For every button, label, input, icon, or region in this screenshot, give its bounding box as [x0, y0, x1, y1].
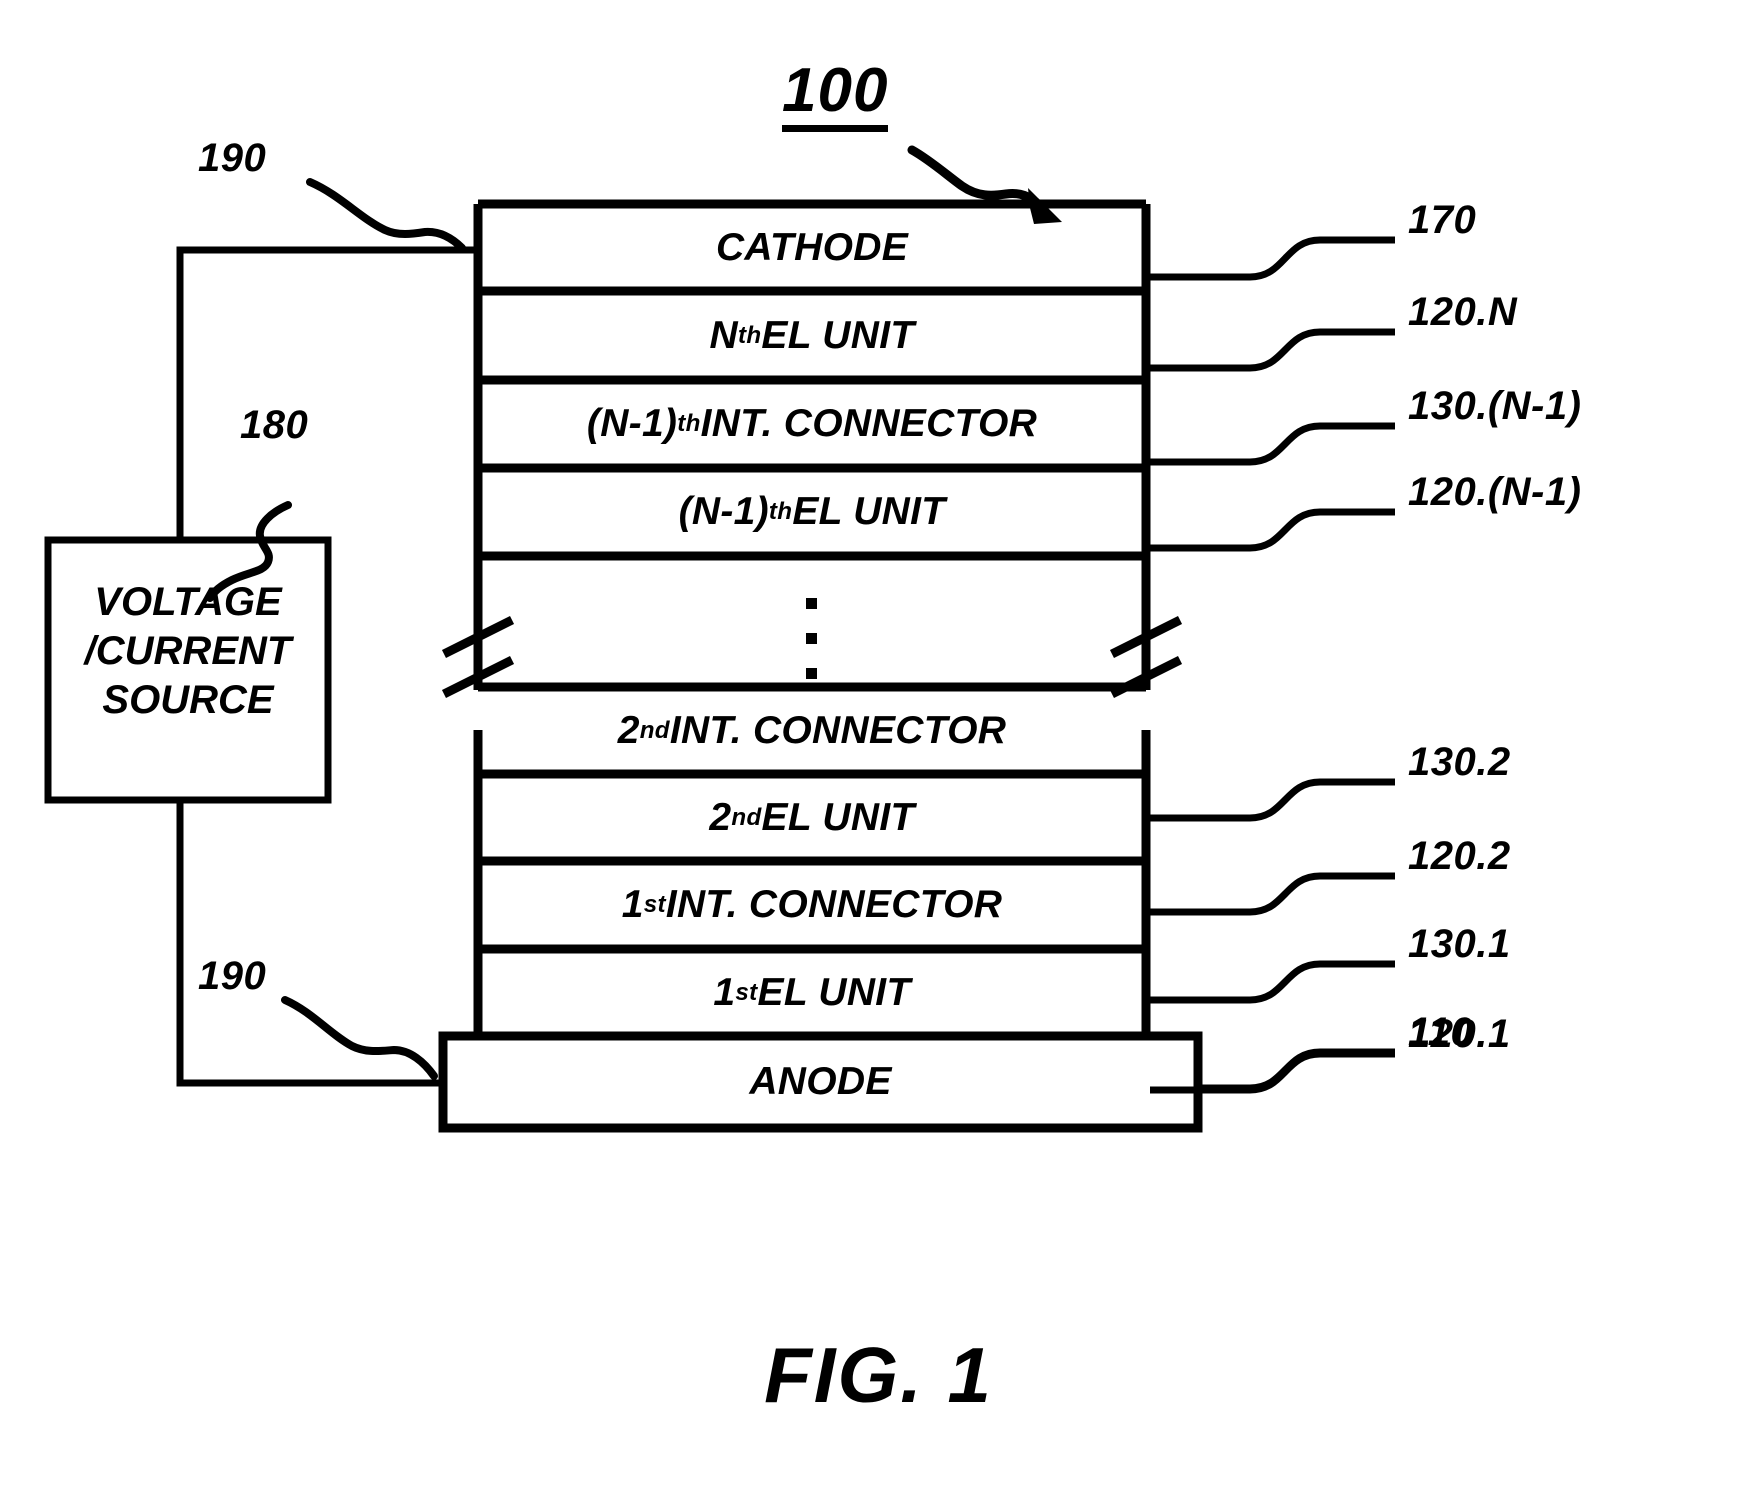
ellipsis-dot-2 — [806, 633, 817, 644]
layer-prefix-n-1-int-connector: (N-1) — [586, 402, 678, 445]
layer-label-second-el-unit: 2nd EL UNIT — [709, 795, 915, 839]
layer-label-n-1-int-connector: (N-1) th INT. CONNECTOR — [586, 402, 1038, 445]
layer-main-first-int-connector: INT. CONNECTOR — [665, 883, 1003, 926]
reference-number-130-N-1: 130.(N-1) — [1408, 384, 1582, 428]
layer-label-first-el-unit: 1st EL UNIT — [713, 970, 911, 1014]
layer-label-cathode: CATHODE — [478, 204, 1146, 291]
source-label-line1: VOLTAGE — [94, 580, 282, 624]
layer-main-second-el-unit: EL UNIT — [761, 795, 915, 839]
break-mark-left — [441, 615, 515, 699]
layer-prefix-nth-el-unit: N — [709, 313, 738, 357]
break-mark-right — [1109, 615, 1183, 699]
ellipsis-dot-1 — [806, 598, 817, 609]
reference-number-120-N-1: 120.(N-1) — [1408, 470, 1582, 514]
reference-leaders-right — [1150, 236, 1395, 1094]
bottom-wire — [176, 800, 443, 1087]
layer-main-n-1-int-connector: INT. CONNECTOR — [700, 402, 1038, 445]
patent-figure: 100 VOLTAGE /CURRENT SOURCE 180 190 190 … — [0, 0, 1757, 1502]
reference-number-120-N: 120.N — [1408, 290, 1518, 334]
leader-190-top — [306, 178, 466, 252]
reference-number-180: 180 — [240, 403, 309, 447]
layer-prefix-second-el-unit: 2 — [709, 795, 732, 839]
reference-number-170: 170 — [1408, 198, 1477, 242]
layer-label-n-1-el-unit: (N-1) th EL UNIT — [678, 490, 946, 533]
reference-number-120-2: 120.2 — [1408, 834, 1511, 878]
device-leader-arrow — [907, 145, 1045, 211]
ellipsis-dot-3 — [806, 668, 817, 679]
reference-number-130-2: 130.2 — [1408, 740, 1511, 784]
layer-main-nth-el-unit: EL UNIT — [761, 313, 915, 357]
layer-label-cathode-text: CATHODE — [715, 225, 909, 269]
layer-main-n-1-el-unit: EL UNIT — [792, 490, 946, 533]
reference-number-110: 110 — [1408, 1010, 1474, 1054]
reference-number-190-bottom: 190 — [198, 954, 267, 998]
reference-number-190-top: 190 — [198, 136, 267, 180]
layer-label-first-int-connector: 1st INT. CONNECTOR — [621, 883, 1003, 926]
top-wire — [176, 246, 478, 540]
layer-label-anode-text: ANODE — [749, 1060, 892, 1103]
layer-label-second-int-connector: 2nd INT. CONNECTOR — [617, 708, 1007, 752]
layer-prefix-n-1-el-unit: (N-1) — [678, 490, 769, 533]
layer-prefix-second-int-connector: 2 — [617, 708, 640, 752]
layer-prefix-first-int-connector: 1 — [621, 883, 644, 926]
voltage-current-source-label: VOLTAGE /CURRENT SOURCE — [48, 578, 328, 724]
layer-main-first-el-unit: EL UNIT — [757, 970, 911, 1014]
layer-main-second-int-connector: INT. CONNECTOR — [669, 708, 1007, 752]
source-label-line2: /CURRENT — [84, 628, 292, 673]
source-label-line3: SOURCE — [102, 677, 274, 722]
reference-number-130-1: 130.1 — [1408, 922, 1511, 966]
leader-190-bottom — [281, 996, 438, 1080]
layer-prefix-first-el-unit: 1 — [713, 970, 736, 1014]
layer-label-anode: ANODE — [443, 1036, 1198, 1128]
figure-caption: FIG. 1 — [764, 1331, 993, 1419]
device-reference-number: 100 — [782, 58, 889, 133]
layer-label-nth-el-unit: Nth EL UNIT — [709, 313, 915, 357]
